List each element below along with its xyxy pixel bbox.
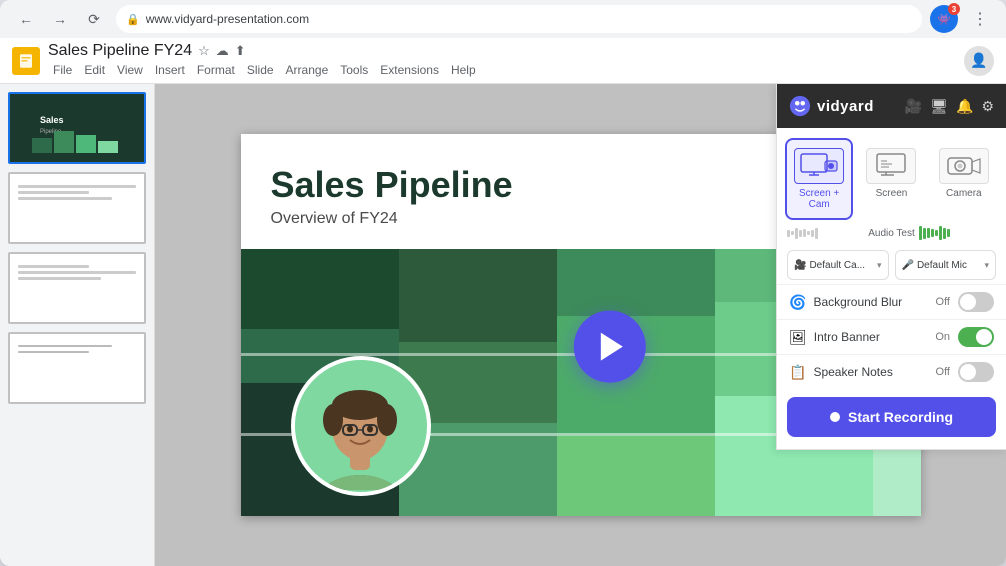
slide-thumb-3[interactable] xyxy=(8,252,146,324)
play-button[interactable] xyxy=(573,311,645,383)
slide-thumb-4[interactable] xyxy=(8,332,146,404)
audio-bars-right xyxy=(919,226,996,240)
mic-select-icon: 🎤 xyxy=(902,260,914,271)
audio-test-label: Audio Test xyxy=(868,228,915,239)
toggle-intro-banner: 🖼 Intro Banner On xyxy=(777,319,1006,354)
tab-screen-label: Screen xyxy=(876,188,908,199)
slide-thumb-2[interactable] xyxy=(8,172,146,244)
slides-app-icon xyxy=(12,47,40,75)
recording-dot-icon xyxy=(830,412,840,422)
menu-tools[interactable]: Tools xyxy=(335,61,373,79)
person-avatar xyxy=(291,356,431,496)
camera-icon xyxy=(945,153,983,179)
url-text: www.vidyard-presentation.com xyxy=(146,12,309,26)
forward-button[interactable]: → xyxy=(46,5,74,33)
camera-select[interactable]: 🎥 Default Ca... ▾ xyxy=(787,250,889,280)
slide-thumb-1[interactable]: Sales Pipeline xyxy=(8,92,146,164)
mic-select[interactable]: 🎤 Default Mic ▾ xyxy=(895,250,997,280)
browser-controls: ← → ⟳ xyxy=(12,5,108,33)
camera-select-value: Default Ca... xyxy=(809,260,874,271)
tab-camera-label: Camera xyxy=(946,188,982,199)
blur-status: Off xyxy=(936,296,950,308)
slide-subtitle: Overview of FY24 xyxy=(271,210,513,228)
blur-icon: 🌀 xyxy=(789,294,806,311)
device-selectors: 🎥 Default Ca... ▾ 🎤 Default Mic ▾ xyxy=(777,246,1006,284)
vidyard-logo-text: vidyard xyxy=(817,98,874,115)
menu-insert[interactable]: Insert xyxy=(150,61,190,79)
blur-label: Background Blur xyxy=(813,295,902,309)
banner-toggle[interactable] xyxy=(958,327,994,347)
ext-badge: 3 xyxy=(948,3,960,15)
vidyard-panel: vidyard 🎥 🖥 🔔 ⚙ xyxy=(776,84,1006,450)
banner-status: On xyxy=(935,331,950,343)
vidyard-header-icons: 🎥 🖥 🔔 ⚙ xyxy=(905,98,994,115)
bell-icon-btn[interactable]: 🔔 xyxy=(956,98,973,115)
back-button[interactable]: ← xyxy=(12,5,40,33)
chart-col-3 xyxy=(557,249,715,516)
share-icon[interactable]: ⬆ xyxy=(235,43,246,59)
slide-title-area: Sales Pipeline Overview of FY24 xyxy=(271,164,513,228)
tab-screen[interactable]: Screen xyxy=(857,138,925,220)
slides-toolbar: Sales Pipeline FY24 ☆ ☁ ⬆ File Edit View… xyxy=(0,38,1006,84)
browser-menu-button[interactable]: ⋮ xyxy=(966,5,994,33)
browser-titlebar: ← → ⟳ 🔒 www.vidyard-presentation.com 👾 3… xyxy=(0,0,1006,38)
camera-select-arrow: ▾ xyxy=(877,260,882,271)
cloud-icon: ☁ xyxy=(216,43,229,59)
screen-icon xyxy=(872,153,910,179)
settings-icon-btn[interactable]: ⚙ xyxy=(981,98,994,115)
chart-col-2 xyxy=(399,249,557,516)
slides-menu: File Edit View Insert Format Slide Arran… xyxy=(48,61,481,79)
notes-label: Speaker Notes xyxy=(813,365,892,379)
mic-select-arrow: ▾ xyxy=(984,260,989,271)
mic-select-value: Default Mic xyxy=(917,260,982,271)
blur-toggle[interactable] xyxy=(958,292,994,312)
tab-screen-cam[interactable]: Screen + Cam xyxy=(785,138,853,220)
star-icon[interactable]: ☆ xyxy=(198,43,210,59)
audio-test-row: Audio Test xyxy=(777,220,1006,246)
menu-extensions[interactable]: Extensions xyxy=(375,61,444,79)
menu-view[interactable]: View xyxy=(112,61,148,79)
slides-title-text: Sales Pipeline FY24 xyxy=(48,42,192,60)
vidyard-header: vidyard 🎥 🖥 🔔 ⚙ xyxy=(777,84,1006,128)
notes-toggle[interactable] xyxy=(958,362,994,382)
tab-camera[interactable]: Camera xyxy=(930,138,998,220)
browser-window: ← → ⟳ 🔒 www.vidyard-presentation.com 👾 3… xyxy=(0,0,1006,566)
menu-format[interactable]: Format xyxy=(192,61,240,79)
menu-slide[interactable]: Slide xyxy=(242,61,279,79)
vidyard-logo: vidyard xyxy=(789,95,874,117)
banner-label: Intro Banner xyxy=(814,330,880,344)
slides-title-area: Sales Pipeline FY24 ☆ ☁ ⬆ File Edit View… xyxy=(48,42,481,79)
start-recording-label: Start Recording xyxy=(848,409,953,425)
screen-icon-btn[interactable]: 🖥 xyxy=(930,98,948,115)
slides-title: Sales Pipeline FY24 ☆ ☁ ⬆ xyxy=(48,42,481,60)
recording-tabs: Screen + Cam Screen xyxy=(777,128,1006,220)
notes-icon: 📋 xyxy=(789,364,806,381)
user-avatar[interactable]: 👤 xyxy=(964,46,994,76)
toggle-background-blur: 🌀 Background Blur Off xyxy=(777,284,1006,319)
main-content: Sales Pipeline xyxy=(0,84,1006,566)
tab-screen-cam-label: Screen + Cam xyxy=(791,188,847,210)
menu-arrange[interactable]: Arrange xyxy=(281,61,334,79)
lock-icon: 🔒 xyxy=(126,13,140,26)
video-icon-btn[interactable]: 🎥 xyxy=(905,98,922,115)
extension-icon[interactable]: 👾 3 xyxy=(930,5,958,33)
menu-edit[interactable]: Edit xyxy=(79,61,110,79)
toggle-speaker-notes: 📋 Speaker Notes Off xyxy=(777,354,1006,389)
refresh-button[interactable]: ⟳ xyxy=(80,5,108,33)
camera-select-icon: 🎥 xyxy=(794,260,806,271)
address-bar[interactable]: 🔒 www.vidyard-presentation.com xyxy=(116,5,922,33)
screen-cam-icon xyxy=(800,153,838,179)
vidyard-logo-icon xyxy=(789,95,811,117)
notes-status: Off xyxy=(936,366,950,378)
svg-text:Sales: Sales xyxy=(40,115,64,125)
slide-panel: Sales Pipeline xyxy=(0,84,155,566)
start-recording-button[interactable]: Start Recording xyxy=(787,397,996,437)
banner-icon: 🖼 xyxy=(789,329,807,346)
slide-main-title: Sales Pipeline xyxy=(271,164,513,206)
menu-help[interactable]: Help xyxy=(446,61,481,79)
menu-file[interactable]: File xyxy=(48,61,77,79)
audio-bars-left xyxy=(787,228,864,239)
